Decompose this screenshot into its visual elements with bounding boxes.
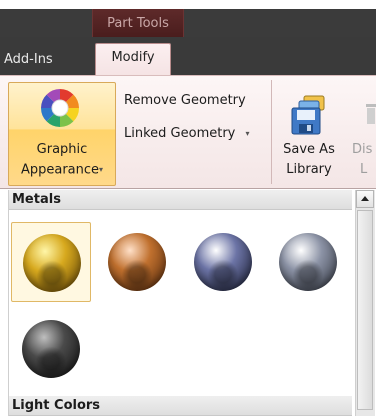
cutoff-label-line2: L	[360, 162, 368, 177]
save-as-library-label[interactable]: Save As Library	[276, 140, 342, 180]
silver-sphere	[279, 233, 337, 291]
save-as-library-icon[interactable]	[288, 92, 332, 136]
scrollbar-thumb[interactable]	[357, 210, 373, 410]
swatch-gold[interactable]	[11, 222, 91, 302]
linked-geometry-label: Linked Geometry	[124, 126, 236, 141]
black-chrome-sphere	[22, 320, 80, 378]
graphic-appearance-line1: Graphic	[36, 142, 88, 157]
swatch-black-chrome[interactable]	[11, 309, 91, 389]
copper-sphere	[108, 233, 166, 291]
graphic-appearance-line2: Appearance	[20, 162, 100, 178]
tab-add-ins[interactable]: Add-Ins	[0, 48, 59, 72]
cutoff-label-line1: Dis	[352, 142, 373, 157]
tab-modify[interactable]: Modify	[95, 43, 171, 76]
dropdown-arrow-icon: ▾	[245, 129, 250, 138]
contextual-tab-bar	[0, 9, 376, 37]
graphic-appearance-label: Graphic Appearance▾	[8, 140, 116, 181]
steel-blue-sphere	[194, 233, 252, 291]
swatch-silver[interactable]	[268, 222, 348, 302]
graphic-appearance-line2-wrap: Appearance▾	[8, 160, 116, 181]
section-header-light-colors: Light Colors	[9, 396, 352, 416]
ribbon-panel-separator	[271, 80, 272, 184]
section-header-metals: Metals	[9, 190, 352, 210]
gold-sphere	[23, 234, 81, 292]
swatch-copper[interactable]	[97, 222, 177, 302]
save-as-library-line2: Library	[286, 162, 332, 177]
scroll-up-button[interactable]	[356, 190, 374, 208]
cutoff-ribbon-button[interactable]: Dis L	[352, 140, 376, 180]
trash-icon	[366, 104, 376, 124]
swatch-steel-blue[interactable]	[183, 222, 263, 302]
window-top-strip	[0, 0, 376, 9]
remove-geometry-button[interactable]: Remove Geometry	[124, 93, 246, 108]
dropdown-arrow-icon: ▾	[99, 165, 104, 174]
color-wheel-icon	[41, 89, 79, 127]
contextual-tab-part-tools: Part Tools	[92, 9, 184, 37]
linked-geometry-button[interactable]: Linked Geometry ▾	[124, 126, 250, 141]
save-as-library-line1: Save As	[283, 142, 335, 157]
